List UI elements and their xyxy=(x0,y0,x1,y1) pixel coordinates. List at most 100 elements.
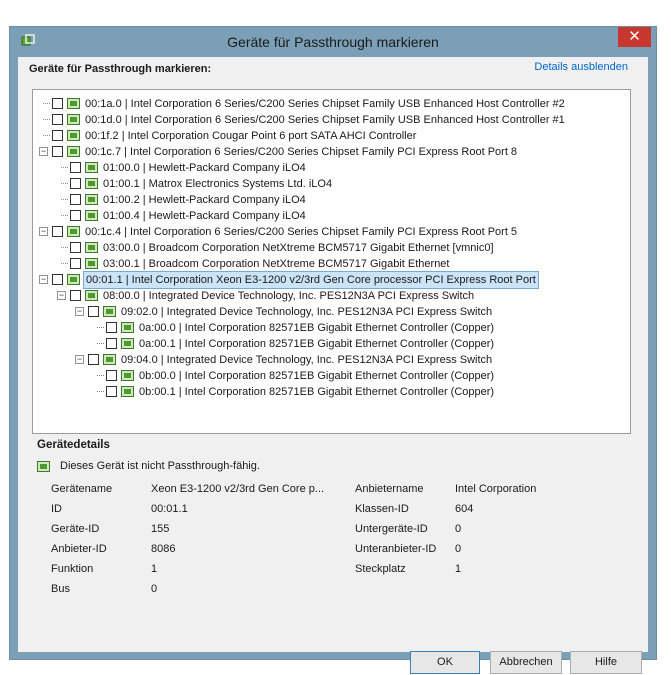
tree-connector xyxy=(93,323,104,332)
tree-row[interactable]: 01:00.0 | Hewlett-Packard Company iLO4 xyxy=(57,160,617,176)
collapse-toggle-icon[interactable]: − xyxy=(75,355,84,364)
collapse-toggle-icon[interactable]: − xyxy=(39,275,48,284)
tree-row[interactable]: − 00:01.1 | Intel Corporation Xeon E3-120… xyxy=(39,271,599,289)
passthrough-checkbox[interactable] xyxy=(70,242,81,253)
device-label[interactable]: 09:04.0 | Integrated Device Technology, … xyxy=(121,352,492,368)
passthrough-checkbox[interactable] xyxy=(70,178,81,189)
dialog-window: Geräte für Passthrough markieren ✕ Gerät… xyxy=(9,26,657,674)
passthrough-checkbox[interactable] xyxy=(52,274,63,285)
pci-device-icon xyxy=(67,146,80,157)
passthrough-checkbox[interactable] xyxy=(70,290,81,301)
collapse-toggle-icon[interactable]: − xyxy=(39,147,48,156)
device-label[interactable]: 0a:00.1 | Intel Corporation 82571EB Giga… xyxy=(139,336,494,352)
tree-row[interactable]: 0b:00.0 | Intel Corporation 82571EB Giga… xyxy=(93,368,630,384)
pci-device-icon xyxy=(85,178,98,189)
passthrough-checkbox[interactable] xyxy=(52,114,63,125)
passthrough-checkbox[interactable] xyxy=(52,130,63,141)
title-bar[interactable]: Geräte für Passthrough markieren ✕ xyxy=(10,27,656,57)
cancel-button[interactable]: Abbrechen xyxy=(490,651,562,674)
passthrough-checkbox[interactable] xyxy=(106,386,117,397)
device-label[interactable]: 0b:00.1 | Intel Corporation 82571EB Giga… xyxy=(139,384,494,400)
collapse-toggle-icon[interactable]: − xyxy=(39,227,48,236)
pci-device-icon xyxy=(37,461,50,472)
info-text: Dieses Gerät ist nicht Passthrough-fähig… xyxy=(60,460,260,472)
passthrough-checkbox[interactable] xyxy=(70,258,81,269)
pci-device-icon xyxy=(67,130,80,141)
detail-label: Funktion xyxy=(51,563,94,575)
passthrough-checkbox[interactable] xyxy=(70,194,81,205)
device-label[interactable]: 08:00.0 | Integrated Device Technology, … xyxy=(103,288,474,304)
tree-row[interactable]: − 09:04.0 | Integrated Device Technology,… xyxy=(75,352,630,368)
passthrough-checkbox[interactable] xyxy=(106,370,117,381)
tree-row[interactable]: − 00:1c.7 | Intel Corporation 6 Series/C2… xyxy=(39,144,599,160)
pci-device-icon xyxy=(85,162,98,173)
tree-row[interactable]: − 09:02.0 | Integrated Device Technology,… xyxy=(75,304,630,320)
tree-connector xyxy=(57,163,68,172)
device-label[interactable]: 01:00.4 | Hewlett-Packard Company iLO4 xyxy=(103,208,306,224)
collapse-toggle-icon[interactable]: − xyxy=(75,307,84,316)
device-label[interactable]: 09:02.0 | Integrated Device Technology, … xyxy=(121,304,492,320)
tree-row[interactable]: 00:1a.0 | Intel Corporation 6 Series/C20… xyxy=(39,96,599,112)
device-label[interactable]: 03:00.0 | Broadcom Corporation NetXtreme… xyxy=(103,240,494,256)
passthrough-checkbox[interactable] xyxy=(88,354,99,365)
pci-device-icon xyxy=(103,354,116,365)
device-label[interactable]: 00:01.1 | Intel Corporation Xeon E3-1200… xyxy=(83,271,539,289)
tree-row[interactable]: 0b:00.1 | Intel Corporation 82571EB Giga… xyxy=(93,384,630,400)
dialog-body: Geräte für Passthrough markieren: Detail… xyxy=(18,57,648,674)
tree-row[interactable]: 00:1f.2 | Intel Corporation Cougar Point… xyxy=(39,128,599,144)
passthrough-checkbox[interactable] xyxy=(106,338,117,349)
tree-row[interactable]: 01:00.1 | Matrox Electronics Systems Ltd… xyxy=(57,176,617,192)
tree-row[interactable]: 00:1d.0 | Intel Corporation 6 Series/C20… xyxy=(39,112,599,128)
detail-label: Unteranbieter-ID xyxy=(355,543,437,555)
tree-connector xyxy=(57,179,68,188)
detail-value: 1 xyxy=(151,563,158,575)
tree-row[interactable]: 0a:00.0 | Intel Corporation 82571EB Giga… xyxy=(93,320,630,336)
tree-row[interactable]: 01:00.2 | Hewlett-Packard Company iLO4 xyxy=(57,192,617,208)
detail-value: 604 xyxy=(455,503,474,515)
window-title: Geräte für Passthrough markieren xyxy=(227,34,439,50)
device-label[interactable]: 01:00.2 | Hewlett-Packard Company iLO4 xyxy=(103,192,306,208)
passthrough-checkbox[interactable] xyxy=(52,146,63,157)
close-button[interactable]: ✕ xyxy=(618,27,651,47)
help-button[interactable]: Hilfe xyxy=(570,651,642,674)
device-label[interactable]: 00:1f.2 | Intel Corporation Cougar Point… xyxy=(85,128,416,144)
device-label[interactable]: 03:00.1 | Broadcom Corporation NetXtreme… xyxy=(103,256,449,272)
tree-row[interactable]: 03:00.0 | Broadcom Corporation NetXtreme… xyxy=(57,240,617,256)
tree-row[interactable]: 0a:00.1 | Intel Corporation 82571EB Giga… xyxy=(93,336,630,352)
device-label[interactable]: 01:00.0 | Hewlett-Packard Company iLO4 xyxy=(103,160,306,176)
detail-value: 0 xyxy=(151,583,158,595)
detail-value: Intel Corporation xyxy=(455,483,537,495)
detail-label: Steckplatz xyxy=(355,563,406,575)
pci-device-icon xyxy=(85,290,98,301)
collapse-toggle-icon[interactable]: − xyxy=(57,291,66,300)
tree-row[interactable]: − 00:1c.4 | Intel Corporation 6 Series/C2… xyxy=(39,224,599,240)
detail-label: Klassen-ID xyxy=(355,503,409,515)
detail-label: Untergeräte-ID xyxy=(355,523,428,535)
passthrough-checkbox[interactable] xyxy=(52,98,63,109)
device-label[interactable]: 00:1d.0 | Intel Corporation 6 Series/C20… xyxy=(85,112,565,128)
tree-row[interactable]: − 08:00.0 | Integrated Device Technology,… xyxy=(57,288,617,304)
tree-row[interactable]: 01:00.4 | Hewlett-Packard Company iLO4 xyxy=(57,208,617,224)
tree-row[interactable]: 03:00.1 | Broadcom Corporation NetXtreme… xyxy=(57,256,617,272)
device-label[interactable]: 00:1a.0 | Intel Corporation 6 Series/C20… xyxy=(85,96,565,112)
passthrough-checkbox[interactable] xyxy=(88,306,99,317)
device-label[interactable]: 00:1c.7 | Intel Corporation 6 Series/C20… xyxy=(85,144,517,160)
pci-device-icon xyxy=(67,114,80,125)
pci-device-icon xyxy=(121,322,134,333)
device-label[interactable]: 01:00.1 | Matrox Electronics Systems Ltd… xyxy=(103,176,332,192)
ok-button[interactable]: OK xyxy=(410,651,480,674)
tree-connector xyxy=(57,195,68,204)
passthrough-checkbox[interactable] xyxy=(106,322,117,333)
passthrough-checkbox[interactable] xyxy=(70,210,81,221)
device-label[interactable]: 00:1c.4 | Intel Corporation 6 Series/C20… xyxy=(85,224,517,240)
pci-device-icon xyxy=(103,306,116,317)
passthrough-checkbox[interactable] xyxy=(52,226,63,237)
hide-details-link[interactable]: Details ausblenden xyxy=(534,61,628,73)
pci-device-icon xyxy=(67,274,80,285)
device-label[interactable]: 0a:00.0 | Intel Corporation 82571EB Giga… xyxy=(139,320,494,336)
detail-value: 0 xyxy=(455,543,462,555)
device-tree[interactable]: 00:1a.0 | Intel Corporation 6 Series/C20… xyxy=(32,89,631,434)
passthrough-checkbox[interactable] xyxy=(70,162,81,173)
detail-label: Gerätename xyxy=(51,483,113,495)
device-label[interactable]: 0b:00.0 | Intel Corporation 82571EB Giga… xyxy=(139,368,494,384)
